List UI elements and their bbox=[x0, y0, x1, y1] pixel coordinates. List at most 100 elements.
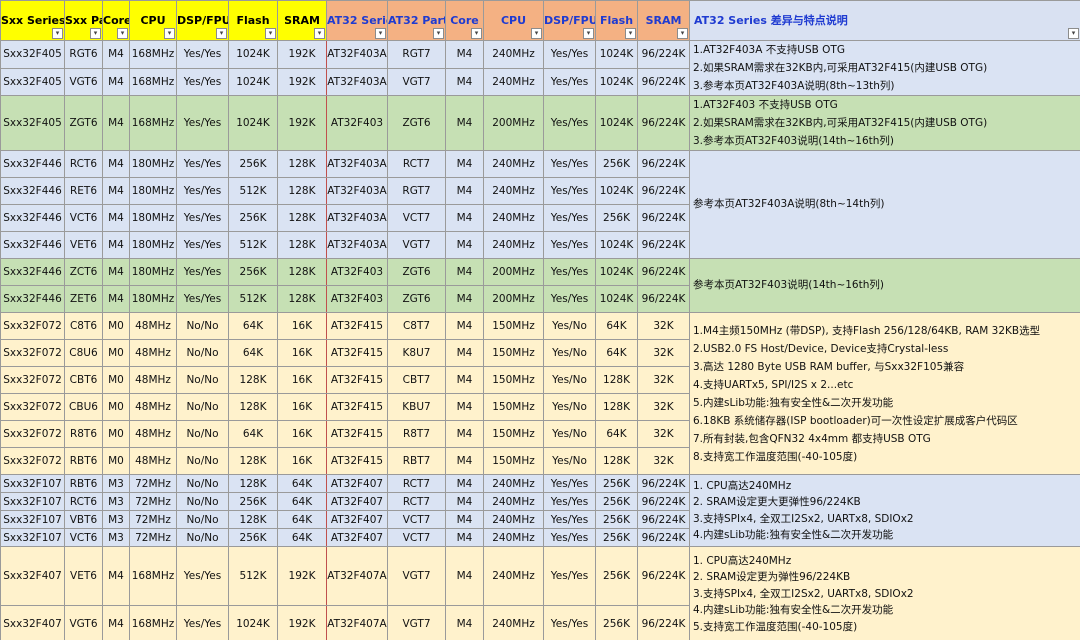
cell-sxx-flash[interactable]: 256K bbox=[228, 204, 278, 232]
cell-sxx-core[interactable]: M4 bbox=[102, 67, 130, 96]
cell-at32-dspfpu[interactable]: Yes/Yes bbox=[543, 492, 596, 511]
cell-at32-part[interactable]: KBU7 bbox=[387, 393, 446, 421]
cell-at32-dspfpu[interactable]: Yes/Yes bbox=[543, 204, 596, 232]
cell-sxx-cpu[interactable]: 48MHz bbox=[129, 366, 177, 394]
cell-sxx-core[interactable]: M0 bbox=[102, 366, 130, 394]
filter-dropdown-icon[interactable]: ▾ bbox=[531, 28, 542, 39]
cell-at32-core[interactable]: M4 bbox=[445, 177, 484, 205]
cell-sxx-part[interactable]: RBT6 bbox=[64, 447, 103, 475]
cell-sxx-part[interactable]: RBT6 bbox=[64, 474, 103, 493]
cell-at32-core[interactable]: M4 bbox=[445, 339, 484, 367]
cell-sxx-core[interactable]: M4 bbox=[102, 258, 130, 286]
cell-sxx-cpu[interactable]: 180MHz bbox=[129, 258, 177, 286]
cell-at32-dspfpu[interactable]: Yes/Yes bbox=[543, 474, 596, 493]
cell-at32-sram[interactable]: 96/224K bbox=[637, 67, 690, 96]
cell-sxx-core[interactable]: M0 bbox=[102, 420, 130, 448]
cell-sxx-part[interactable]: C8T6 bbox=[64, 312, 103, 340]
cell-at32-part[interactable]: VCT7 bbox=[387, 510, 446, 529]
cell-sxx-part[interactable]: ZCT6 bbox=[64, 258, 103, 286]
cell-sxx-flash[interactable]: 256K bbox=[228, 528, 278, 547]
cell-at32-series[interactable]: AT32F403 bbox=[326, 258, 388, 286]
cell-sxx-cpu[interactable]: 180MHz bbox=[129, 285, 177, 313]
cell-at32-cpu[interactable]: 240MHz bbox=[483, 510, 544, 529]
cell-at32-core[interactable]: M4 bbox=[445, 605, 484, 640]
cell-sxx-flash[interactable]: 512K bbox=[228, 177, 278, 205]
filter-dropdown-icon[interactable]: ▾ bbox=[625, 28, 636, 39]
filter-dropdown-icon[interactable]: ▾ bbox=[433, 28, 444, 39]
cell-sxx-sram[interactable]: 192K bbox=[277, 95, 327, 151]
cell-sxx-dspfpu[interactable]: Yes/Yes bbox=[176, 177, 229, 205]
cell-at32-dspfpu[interactable]: Yes/Yes bbox=[543, 67, 596, 96]
cell-at32-dspfpu[interactable]: Yes/Yes bbox=[543, 258, 596, 286]
cell-at32-part[interactable]: R8T7 bbox=[387, 420, 446, 448]
cell-at32-core[interactable]: M4 bbox=[445, 420, 484, 448]
cell-sxx-flash[interactable]: 64K bbox=[228, 339, 278, 367]
cell-at32-dspfpu[interactable]: Yes/Yes bbox=[543, 285, 596, 313]
header-sxx-cpu[interactable]: CPU ▾ bbox=[129, 0, 177, 41]
cell-at32-flash[interactable]: 128K bbox=[595, 393, 638, 421]
cell-sxx-core[interactable]: M4 bbox=[102, 231, 130, 259]
cell-at32-series[interactable]: AT32F407 bbox=[326, 510, 388, 529]
cell-at32-core[interactable]: M4 bbox=[445, 312, 484, 340]
cell-at32-dspfpu[interactable]: Yes/No bbox=[543, 447, 596, 475]
cell-at32-flash[interactable]: 128K bbox=[595, 447, 638, 475]
cell-at32-core[interactable]: M4 bbox=[445, 95, 484, 151]
filter-dropdown-icon[interactable]: ▾ bbox=[216, 28, 227, 39]
cell-at32-flash[interactable]: 1024K bbox=[595, 285, 638, 313]
cell-at32-cpu[interactable]: 240MHz bbox=[483, 546, 544, 606]
cell-sxx-flash[interactable]: 128K bbox=[228, 510, 278, 529]
cell-sxx-part[interactable]: C8U6 bbox=[64, 339, 103, 367]
cell-at32-sram[interactable]: 96/224K bbox=[637, 231, 690, 259]
cell-sxx-flash[interactable]: 1024K bbox=[228, 605, 278, 640]
cell-at32-cpu[interactable]: 150MHz bbox=[483, 420, 544, 448]
cell-sxx-dspfpu[interactable]: No/No bbox=[176, 510, 229, 529]
cell-at32-sram[interactable]: 96/224K bbox=[637, 204, 690, 232]
notes-cell[interactable]: 1. CPU高达240MHz 2. SRAM设定更为弹性96/224KB 3.支持S… bbox=[689, 546, 1080, 640]
cell-at32-core[interactable]: M4 bbox=[445, 474, 484, 493]
cell-sxx-dspfpu[interactable]: No/No bbox=[176, 312, 229, 340]
cell-sxx-series[interactable]: Sxx32F107 bbox=[0, 474, 65, 493]
notes-cell[interactable]: 1.AT32F403 不支持USB OTG 2.如果SRAM需求在32KB内,可采… bbox=[689, 95, 1080, 151]
cell-at32-part[interactable]: RCT7 bbox=[387, 150, 446, 178]
cell-sxx-core[interactable]: M4 bbox=[102, 150, 130, 178]
cell-sxx-dspfpu[interactable]: No/No bbox=[176, 474, 229, 493]
cell-sxx-sram[interactable]: 192K bbox=[277, 40, 327, 69]
cell-at32-core[interactable]: M4 bbox=[445, 231, 484, 259]
cell-sxx-flash[interactable]: 512K bbox=[228, 231, 278, 259]
cell-sxx-core[interactable]: M3 bbox=[102, 528, 130, 547]
header-notes[interactable]: AT32 Series 差异与特点说明 ▾ bbox=[689, 0, 1080, 41]
filter-dropdown-icon[interactable]: ▾ bbox=[677, 28, 688, 39]
cell-at32-series[interactable]: AT32F403A bbox=[326, 40, 388, 69]
cell-at32-flash[interactable]: 256K bbox=[595, 510, 638, 529]
cell-sxx-flash[interactable]: 1024K bbox=[228, 67, 278, 96]
cell-sxx-series[interactable]: Sxx32F072 bbox=[0, 393, 65, 421]
cell-at32-sram[interactable]: 96/224K bbox=[637, 605, 690, 640]
cell-at32-series[interactable]: AT32F407 bbox=[326, 492, 388, 511]
cell-at32-series[interactable]: AT32F407 bbox=[326, 528, 388, 547]
cell-sxx-core[interactable]: M3 bbox=[102, 474, 130, 493]
cell-sxx-dspfpu[interactable]: Yes/Yes bbox=[176, 605, 229, 640]
cell-at32-series[interactable]: AT32F403 bbox=[326, 95, 388, 151]
notes-cell[interactable]: 1. CPU高达240MHz 2. SRAM设定更大更弹性96/224KB 3.支持… bbox=[689, 474, 1080, 547]
cell-sxx-flash[interactable]: 128K bbox=[228, 366, 278, 394]
cell-at32-dspfpu[interactable]: Yes/Yes bbox=[543, 546, 596, 606]
cell-sxx-flash[interactable]: 128K bbox=[228, 393, 278, 421]
cell-sxx-flash[interactable]: 256K bbox=[228, 150, 278, 178]
cell-sxx-part[interactable]: RGT6 bbox=[64, 40, 103, 69]
cell-at32-series[interactable]: AT32F415 bbox=[326, 420, 388, 448]
cell-sxx-cpu[interactable]: 72MHz bbox=[129, 474, 177, 493]
cell-at32-cpu[interactable]: 150MHz bbox=[483, 447, 544, 475]
cell-at32-cpu[interactable]: 240MHz bbox=[483, 177, 544, 205]
cell-at32-sram[interactable]: 32K bbox=[637, 339, 690, 367]
cell-sxx-part[interactable]: ZET6 bbox=[64, 285, 103, 313]
cell-sxx-dspfpu[interactable]: No/No bbox=[176, 528, 229, 547]
cell-sxx-dspfpu[interactable]: Yes/Yes bbox=[176, 258, 229, 286]
cell-sxx-sram[interactable]: 64K bbox=[277, 474, 327, 493]
cell-at32-sram[interactable]: 32K bbox=[637, 393, 690, 421]
cell-sxx-cpu[interactable]: 168MHz bbox=[129, 67, 177, 96]
cell-at32-cpu[interactable]: 150MHz bbox=[483, 339, 544, 367]
cell-sxx-part[interactable]: VGT6 bbox=[64, 605, 103, 640]
cell-sxx-part[interactable]: VET6 bbox=[64, 231, 103, 259]
cell-sxx-series[interactable]: Sxx32F072 bbox=[0, 447, 65, 475]
cell-sxx-sram[interactable]: 192K bbox=[277, 67, 327, 96]
